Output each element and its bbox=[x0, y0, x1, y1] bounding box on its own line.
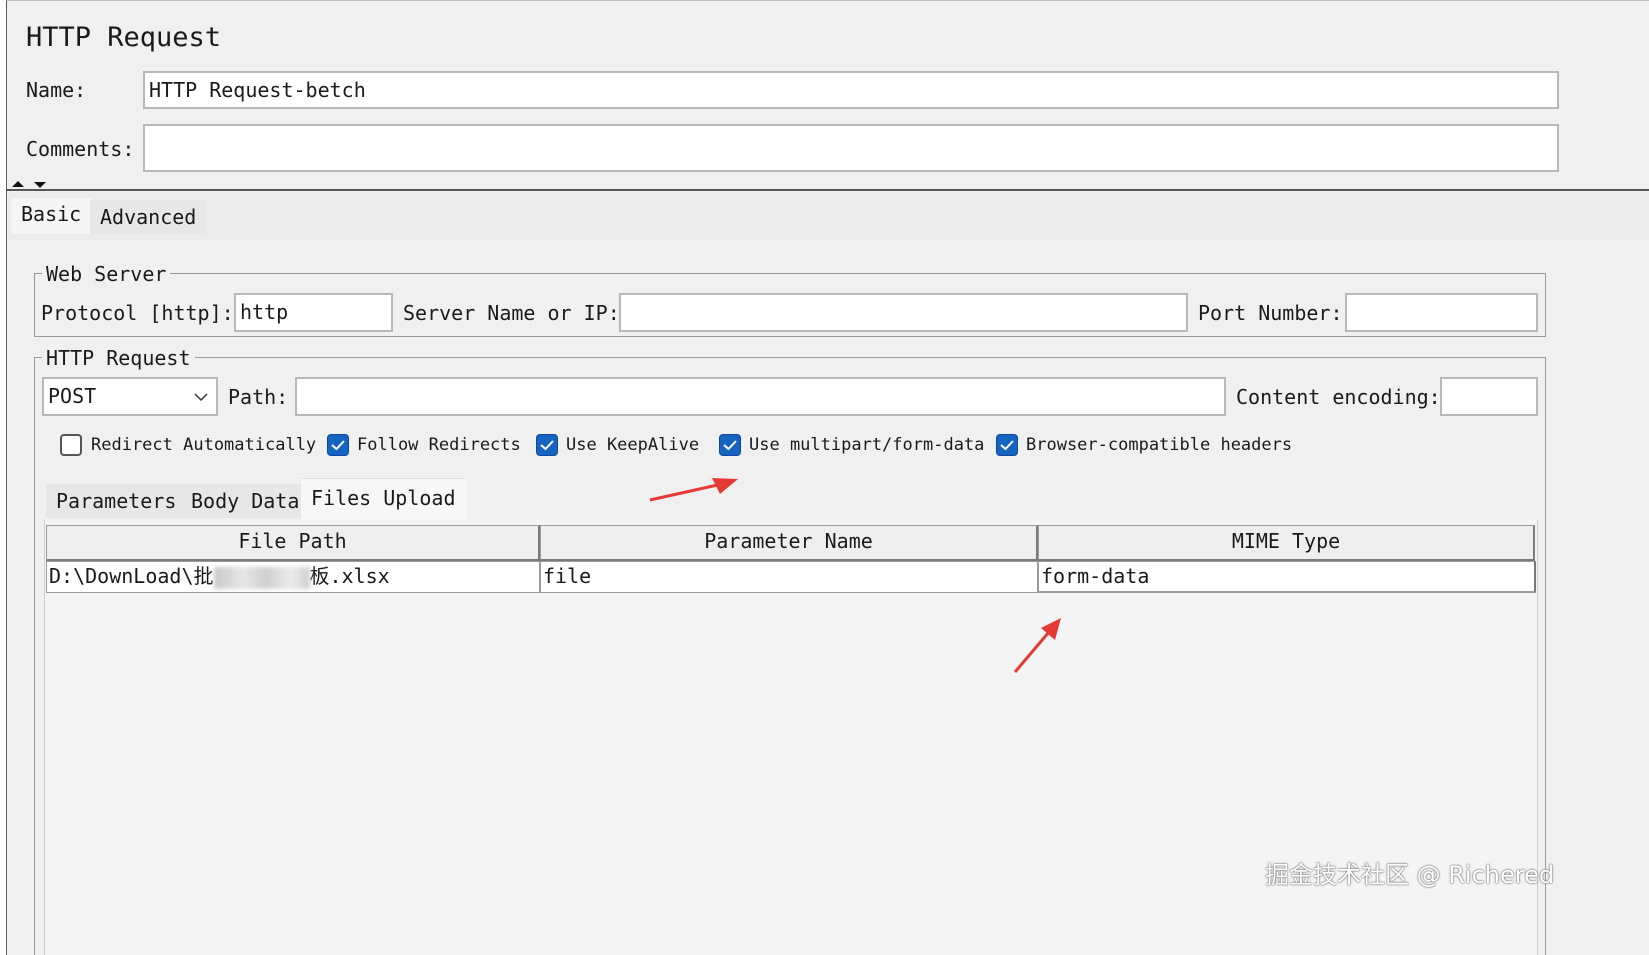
expand-down-icon[interactable] bbox=[34, 182, 46, 188]
watermark: 掘金技术社区 @ Richered bbox=[1265, 861, 1555, 889]
tab-files-upload[interactable]: Files Upload bbox=[301, 478, 466, 520]
content-encoding-input[interactable] bbox=[1440, 377, 1538, 416]
table-row[interactable]: D:\DownLoad\批 板.xlsx file form-data bbox=[46, 561, 1536, 593]
checkmark-icon bbox=[331, 440, 345, 451]
redirect-automatically-checkbox[interactable] bbox=[60, 434, 82, 456]
tab-body-data[interactable]: Body Data bbox=[181, 484, 310, 518]
tab-parameters[interactable]: Parameters bbox=[46, 484, 187, 518]
splitter-divider[interactable] bbox=[6, 189, 1649, 191]
redacted-text bbox=[213, 566, 310, 589]
protocol-label: Protocol [http]: bbox=[41, 301, 234, 325]
redirect-automatically-label: Redirect Automatically bbox=[91, 435, 317, 455]
web-server-title: Web Server bbox=[42, 261, 171, 287]
name-label: Name: bbox=[26, 78, 87, 102]
tab-strip bbox=[8, 192, 1649, 240]
method-select[interactable]: POST bbox=[42, 377, 218, 416]
browser-compatible-headers-checkbox[interactable] bbox=[996, 434, 1018, 456]
server-name-label: Server Name or IP: bbox=[403, 301, 620, 325]
panel-title: HTTP Request bbox=[26, 22, 222, 53]
checkmark-icon bbox=[540, 440, 554, 451]
file-path-end: 板.xlsx bbox=[309, 564, 390, 588]
follow-redirects-checkbox[interactable] bbox=[327, 434, 349, 456]
browser-compatible-headers-label: Browser-compatible headers bbox=[1026, 435, 1293, 455]
use-multipart-label: Use multipart/form-data bbox=[749, 435, 985, 455]
port-number-label: Port Number: bbox=[1198, 301, 1343, 325]
content-encoding-label: Content encoding: bbox=[1236, 385, 1441, 409]
method-value: POST bbox=[48, 384, 97, 408]
protocol-input[interactable]: http bbox=[234, 293, 393, 332]
comments-label: Comments: bbox=[26, 137, 135, 161]
cell-file-path[interactable]: D:\DownLoad\批 板.xlsx bbox=[46, 561, 540, 593]
use-keepalive-checkbox[interactable] bbox=[536, 434, 558, 456]
file-path-start: D:\DownLoad\批 bbox=[49, 564, 214, 588]
cell-parameter-name[interactable]: file bbox=[540, 561, 1038, 593]
column-header-file-path[interactable]: File Path bbox=[46, 525, 540, 561]
column-header-parameter-name[interactable]: Parameter Name bbox=[540, 525, 1038, 561]
comments-input[interactable] bbox=[143, 124, 1559, 172]
checkmark-icon bbox=[1000, 440, 1014, 451]
tab-basic[interactable]: Basic bbox=[11, 198, 92, 234]
use-multipart-checkbox[interactable] bbox=[719, 434, 741, 456]
path-input[interactable] bbox=[295, 377, 1226, 416]
cell-mime-type[interactable]: form-data bbox=[1038, 561, 1536, 593]
column-header-mime-type[interactable]: MIME Type bbox=[1038, 525, 1535, 561]
port-number-input[interactable] bbox=[1345, 293, 1538, 332]
server-name-input[interactable] bbox=[619, 293, 1188, 332]
path-label: Path: bbox=[228, 385, 289, 409]
tab-advanced[interactable]: Advanced bbox=[90, 200, 207, 234]
annotation-arrow-icon bbox=[1013, 618, 1061, 673]
follow-redirects-label: Follow Redirects bbox=[357, 435, 521, 455]
name-input[interactable]: HTTP Request-betch bbox=[143, 71, 1559, 109]
collapse-up-icon[interactable] bbox=[12, 181, 24, 187]
use-keepalive-label: Use KeepAlive bbox=[566, 435, 700, 455]
http-request-group-title: HTTP Request bbox=[42, 345, 195, 371]
chevron-down-icon bbox=[194, 393, 208, 402]
checkmark-icon bbox=[723, 440, 737, 451]
annotation-arrow-icon bbox=[649, 478, 738, 502]
